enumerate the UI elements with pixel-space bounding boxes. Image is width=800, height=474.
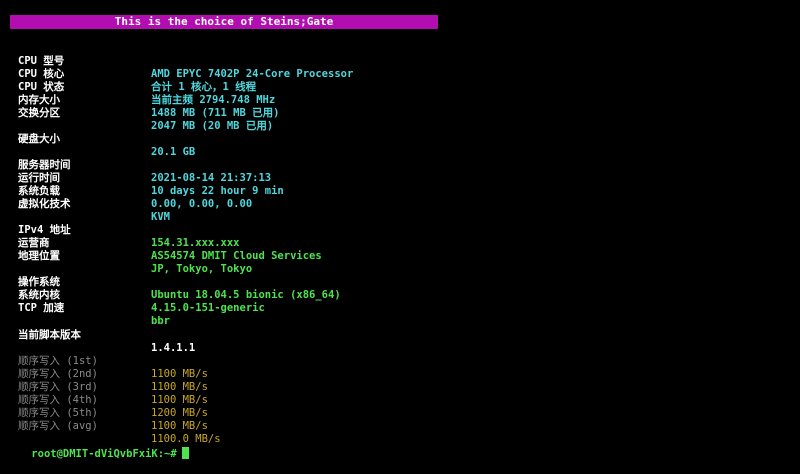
io-test-row: 顺序写入 (1st) 1100 MB/s (0, 342, 208, 380)
info-value: 0.00, 0.00, 0.00 (151, 198, 253, 210)
info-value: 1.4.1.1 (151, 342, 196, 354)
info-row-virtualization: 虚拟化技术 KVM (0, 185, 170, 223)
info-value: 合计 1 核心，1 线程 (151, 81, 257, 93)
info-value: 4.15.0-151-generic (151, 302, 265, 314)
info-row-cpu-model: CPU 型号 AMD EPYC 7402P 24-Core Processor (0, 42, 353, 80)
terminal-window[interactable]: This is the choice of Steins;Gate CPU 型号… (0, 0, 800, 465)
io-test-row: 顺序写入 (3rd) 1100 MB/s (0, 368, 208, 406)
io-test-label: 顺序写入 (2nd) (18, 368, 98, 380)
info-value: Ubuntu 18.04.5 bionic (x86_64) (151, 289, 341, 301)
info-row-swap: 交换分区 2047 MB (20 MB 已用) (0, 94, 273, 132)
io-test-row: 顺序写入 (4th) 1200 MB/s (0, 381, 208, 419)
info-row-server-time: 服务器时间 2021-08-14 21:37:13 (0, 146, 271, 184)
info-value: 20.1 GB (151, 146, 196, 158)
io-test-value: 1100 MB/s (151, 394, 208, 406)
info-row-load: 系统负载 0.00, 0.00, 0.00 (0, 172, 252, 210)
shell-prompt: root@DMIT-dViQvbFxiK:~# (31, 448, 177, 460)
info-row-uptime: 运行时间 10 days 22 hour 9 min (0, 159, 284, 197)
info-label: IPv4 地址 (18, 224, 71, 236)
info-row-ipv4: IPv4 地址 154.31.xxx.xxx (0, 211, 240, 249)
io-test-row: 顺序写入 (5th) 1100 MB/s (0, 394, 208, 432)
info-row-script-version: 当前脚本版本 1.4.1.1 (0, 316, 195, 354)
info-row-kernel: 系统内核 4.15.0-151-generic (0, 276, 265, 314)
info-value: bbr (151, 315, 170, 327)
io-test-label: 顺序写入 (4th) (18, 394, 98, 406)
io-test-value: 1100 MB/s (151, 420, 208, 432)
io-test-row: 顺序写入 (2nd) 1100 MB/s (0, 355, 208, 393)
info-row-os: 操作系统 Ubuntu 18.04.5 bionic (x86_64) (0, 263, 341, 301)
info-row-location: 地理位置 JP, Tokyo, Tokyo (0, 237, 252, 275)
info-value: 2021-08-14 21:37:13 (151, 172, 272, 184)
info-label: TCP 加速 (18, 302, 65, 314)
terminal-cursor (181, 447, 189, 459)
info-label: 地理位置 (18, 250, 60, 262)
info-label: 交换分区 (18, 107, 60, 119)
info-row-memory: 内存大小 1488 MB (711 MB 已用) (0, 81, 279, 119)
info-value: 10 days 22 hour 9 min (151, 185, 284, 197)
shell-prompt-line[interactable]: root@DMIT-dViQvbFxiK:~# (6, 434, 189, 460)
info-value: 1488 MB (711 MB 已用) (151, 107, 280, 119)
info-value: JP, Tokyo, Tokyo (151, 263, 253, 275)
info-row-cpu-cores: CPU 核心 合计 1 核心，1 线程 (0, 55, 256, 93)
io-test-value: 1100 MB/s (151, 381, 208, 393)
info-value: 当前主频 2794.748 MHz (151, 94, 276, 106)
info-row-disk: 硬盘大小 20.1 GB (0, 120, 195, 158)
info-row-tcp-accel: TCP 加速 bbr (0, 289, 170, 327)
io-test-label: 顺序写入 (1st) (18, 355, 98, 367)
io-test-value: 1200 MB/s (151, 407, 208, 419)
info-label: 当前脚本版本 (18, 329, 81, 341)
io-test-label: 顺序写入 (3rd) (18, 381, 98, 393)
io-test-label: 顺序写入 (5th) (18, 407, 98, 419)
io-test-label: 顺序写入 (avg) (18, 420, 98, 432)
io-test-value: 1100 MB/s (151, 368, 208, 380)
banner-title: This is the choice of Steins;Gate (10, 15, 438, 29)
info-value: 154.31.xxx.xxx (151, 237, 240, 249)
info-value: AMD EPYC 7402P 24-Core Processor (151, 68, 354, 80)
info-value: AS54574 DMIT Cloud Services (151, 250, 322, 262)
info-label: 服务器时间 (18, 159, 71, 171)
info-value: KVM (151, 211, 170, 223)
info-value: 2047 MB (20 MB 已用) (151, 120, 274, 132)
info-row-cpu-status: CPU 状态 当前主频 2794.748 MHz (0, 68, 275, 106)
info-label: 虚拟化技术 (18, 198, 71, 210)
io-test-row: 顺序写入 (avg) 1100.0 MB/s (0, 407, 221, 445)
info-label: 硬盘大小 (18, 133, 60, 145)
info-row-isp: 运营商 AS54574 DMIT Cloud Services (0, 224, 322, 262)
